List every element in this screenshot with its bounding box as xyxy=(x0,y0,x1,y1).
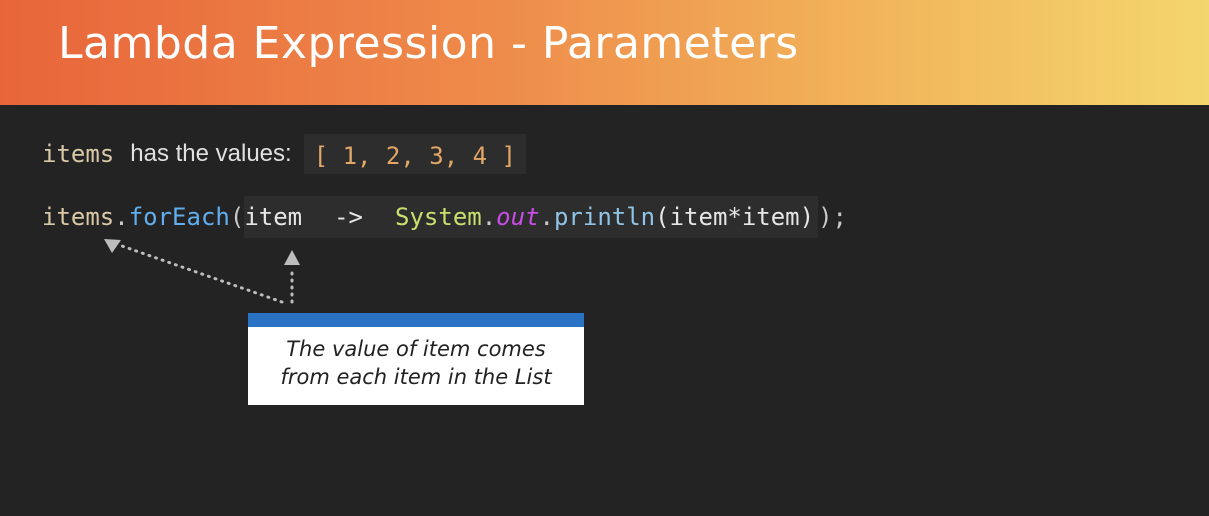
items-variable: items xyxy=(42,140,115,168)
arrow-to-param-head xyxy=(284,250,300,265)
code-call: println xyxy=(553,203,656,231)
slide-title: Lambda Expression - Parameters xyxy=(58,18,799,69)
code-line: items. forEach(item -> System. out. println (i… xyxy=(42,196,847,238)
code-open-paren: ( xyxy=(229,203,245,231)
arrow-to-items-line xyxy=(120,244,284,304)
callout-accent-bar xyxy=(248,313,584,327)
code-receiver: items xyxy=(42,203,115,231)
code-close: ); xyxy=(818,203,847,231)
code-dot: . xyxy=(114,203,129,231)
code-method: forEach xyxy=(128,203,230,231)
values-label: has the values: xyxy=(130,140,292,167)
lambda-expression: item -> System. out. println (item*item) xyxy=(244,196,819,238)
code-dot: . xyxy=(539,203,554,231)
lambda-param: item xyxy=(244,203,303,231)
code-args: (item*item) xyxy=(655,203,815,231)
callout-line-2: from each item in the List xyxy=(280,365,552,389)
items-values-line: items has the values: [ 1, 2, 3, 4 ] xyxy=(42,134,526,174)
callout-box: The value of item comes from each item i… xyxy=(248,313,584,405)
callout-text: The value of item comes from each item i… xyxy=(248,335,584,391)
arrow-to-items-head xyxy=(104,239,121,253)
code-dot: . xyxy=(481,203,497,231)
callout-line-1: The value of item comes xyxy=(286,337,546,361)
code-class: System xyxy=(395,203,482,231)
values-array: [ 1, 2, 3, 4 ] xyxy=(303,134,526,174)
title-banner: Lambda Expression - Parameters xyxy=(0,0,1209,105)
lambda-arrow: -> xyxy=(334,203,364,231)
slide: Lambda Expression - Parameters items has… xyxy=(0,0,1209,516)
code-field: out xyxy=(496,203,540,231)
